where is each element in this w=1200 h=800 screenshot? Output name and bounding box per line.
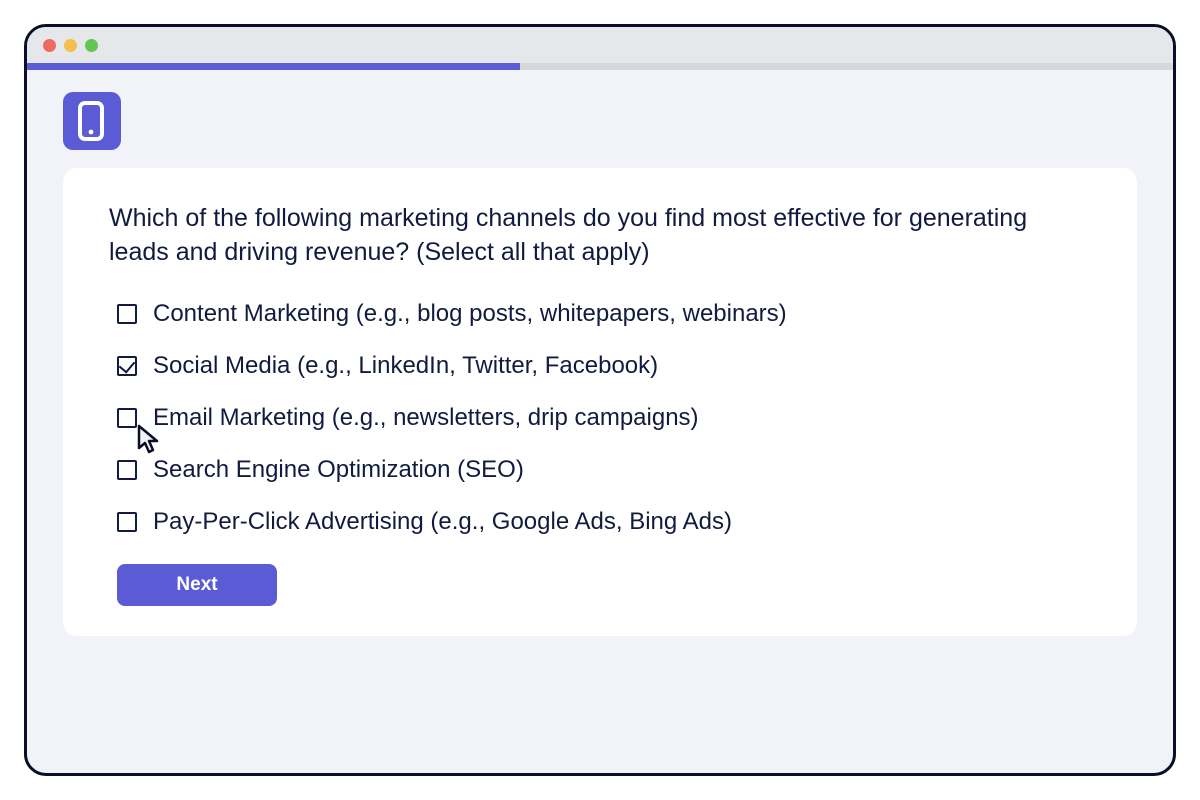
app-window: Which of the following marketing channel… [24, 24, 1176, 776]
option-content-marketing[interactable]: Content Marketing (e.g., blog posts, whi… [117, 302, 1091, 326]
option-label: Search Engine Optimization (SEO) [153, 458, 524, 482]
option-label: Pay-Per-Click Advertising (e.g., Google … [153, 510, 732, 534]
progress-bar [27, 63, 1173, 70]
option-ppc[interactable]: Pay-Per-Click Advertising (e.g., Google … [117, 510, 1091, 534]
checkbox-icon[interactable] [117, 408, 137, 428]
header [27, 70, 1173, 168]
option-seo[interactable]: Search Engine Optimization (SEO) [117, 458, 1091, 482]
checkbox-icon[interactable] [117, 512, 137, 532]
option-label: Email Marketing (e.g., newsletters, drip… [153, 406, 699, 430]
options-list: Content Marketing (e.g., blog posts, whi… [109, 302, 1091, 534]
checkbox-icon[interactable] [117, 460, 137, 480]
app-logo [63, 92, 121, 150]
window-minimize-button[interactable] [64, 39, 77, 52]
question-text: Which of the following marketing channel… [109, 202, 1091, 270]
window-maximize-button[interactable] [85, 39, 98, 52]
option-social-media[interactable]: Social Media (e.g., LinkedIn, Twitter, F… [117, 354, 1091, 378]
survey-card: Which of the following marketing channel… [63, 168, 1137, 636]
phone-icon [76, 101, 108, 141]
window-close-button[interactable] [43, 39, 56, 52]
option-label: Social Media (e.g., LinkedIn, Twitter, F… [153, 354, 658, 378]
window-titlebar [27, 27, 1173, 63]
option-label: Content Marketing (e.g., blog posts, whi… [153, 302, 787, 326]
progress-bar-fill [27, 63, 520, 70]
next-button[interactable]: Next [117, 564, 277, 606]
checkbox-icon[interactable] [117, 356, 137, 376]
option-email-marketing[interactable]: Email Marketing (e.g., newsletters, drip… [117, 406, 1091, 430]
checkbox-icon[interactable] [117, 304, 137, 324]
